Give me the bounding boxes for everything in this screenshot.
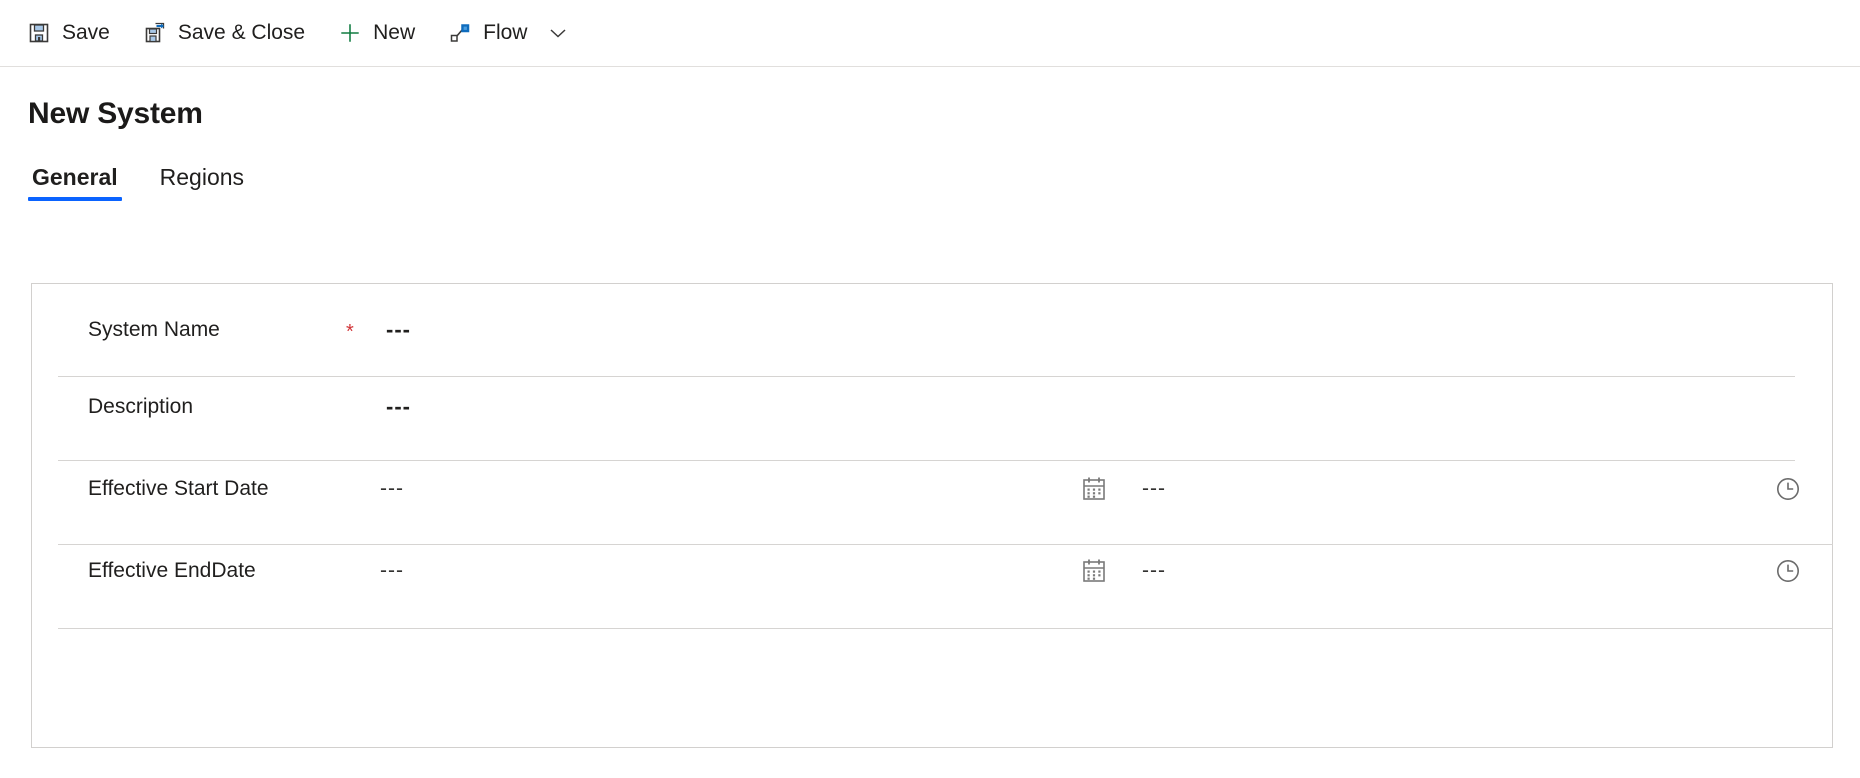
tab-general[interactable]: General: [28, 164, 122, 201]
row-divider: [58, 628, 1833, 629]
field-value-effective-start-date[interactable]: ---: [380, 477, 404, 501]
command-bar: Save Save & Close New Flow: [0, 0, 1860, 67]
chevron-down-icon[interactable]: [541, 9, 575, 57]
form-row-effective-start-date: Effective Start Date --- ---: [32, 448, 1832, 530]
form-row-system-name: System Name * ---: [32, 284, 1832, 366]
save-and-close-button-label: Save & Close: [177, 21, 306, 44]
field-time-value-effective-enddate[interactable]: ---: [1142, 559, 1166, 583]
form-row-description: Description ---: [32, 366, 1832, 448]
clock-icon[interactable]: [1771, 472, 1805, 506]
save-and-close-icon: [144, 22, 166, 44]
clock-icon[interactable]: [1771, 554, 1805, 588]
form-row-effective-enddate: Effective EndDate --- ---: [32, 530, 1832, 612]
field-value-effective-enddate[interactable]: ---: [380, 559, 404, 583]
form-section-general: System Name * --- Description --- Effect…: [31, 283, 1833, 748]
save-button-label: Save: [62, 21, 110, 44]
save-icon: [28, 22, 50, 44]
flow-icon: [449, 22, 471, 44]
field-value-system-name[interactable]: ---: [386, 317, 411, 343]
field-value-description[interactable]: ---: [386, 394, 411, 420]
calendar-icon[interactable]: [1077, 472, 1111, 506]
save-and-close-button[interactable]: Save & Close: [130, 9, 319, 57]
new-button[interactable]: New: [325, 9, 429, 57]
required-indicator-description: [346, 405, 386, 409]
calendar-icon[interactable]: [1077, 554, 1111, 588]
required-indicator-system-name: *: [346, 321, 354, 343]
page-title: New System: [28, 97, 203, 130]
tab-list: General Regions: [28, 157, 1860, 201]
field-label-system-name: System Name: [88, 318, 220, 341]
field-label-effective-start-date: Effective Start Date: [88, 477, 269, 500]
plus-icon: [339, 22, 361, 44]
new-button-label: New: [373, 21, 416, 44]
tab-regions[interactable]: Regions: [156, 164, 248, 201]
save-button[interactable]: Save: [14, 9, 124, 57]
field-label-effective-enddate: Effective EndDate: [88, 559, 256, 582]
field-time-value-effective-start-date[interactable]: ---: [1142, 477, 1166, 501]
flow-button-label: Flow: [483, 21, 528, 44]
flow-button[interactable]: Flow: [435, 9, 541, 57]
field-label-description: Description: [88, 395, 194, 418]
